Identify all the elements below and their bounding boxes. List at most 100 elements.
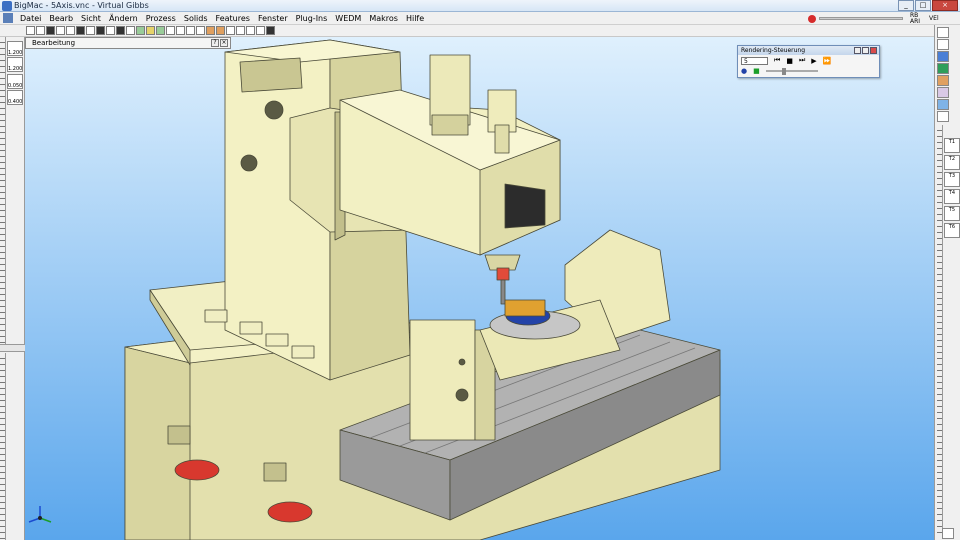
wire-icon[interactable] — [937, 87, 949, 98]
toolbar-button[interactable] — [96, 26, 105, 35]
material-icon[interactable] — [937, 75, 949, 86]
tool-t6[interactable]: T6 — [944, 223, 960, 238]
speed-slider[interactable] — [819, 17, 903, 20]
shade-icon[interactable] — [937, 63, 949, 74]
tool-t2[interactable]: T2 — [944, 155, 960, 170]
menu-features[interactable]: Features — [212, 14, 254, 23]
menu-datei[interactable]: Datei — [16, 14, 45, 23]
run-controls: RB ARI VEl — [808, 12, 939, 25]
render-speed-slider[interactable] — [765, 70, 818, 72]
toolbar — [0, 25, 960, 37]
vertical-ruler — [0, 37, 6, 344]
tool-view-icon[interactable]: ● — [741, 67, 747, 75]
toolbar-button[interactable] — [206, 26, 215, 35]
material-view-icon[interactable]: ■ — [753, 67, 760, 75]
tool-0050[interactable]: 0.050 — [7, 74, 23, 89]
tool-t3[interactable]: T3 — [944, 172, 960, 187]
render-playback-row: 5 ⏮ ■ ⏭ ▶ ⏩ — [738, 55, 879, 66]
menu-plugins[interactable]: Plug-Ins — [292, 14, 332, 23]
vel-label: VEl — [929, 14, 939, 22]
tool-0400[interactable]: 0.400 — [7, 90, 23, 105]
step-icon[interactable]: ⏭ — [799, 56, 805, 65]
app-icon — [2, 0, 12, 11]
minimize-button[interactable]: _ — [898, 0, 914, 11]
toolbar-button[interactable] — [166, 26, 175, 35]
panel-minimize-button[interactable] — [862, 47, 869, 54]
rewind-icon[interactable]: ⏮ — [774, 56, 780, 65]
rendering-control-panel: Rendering-Steuerung 5 ⏮ ■ ⏭ ▶ ⏩ ● ■ — [737, 45, 880, 78]
view-icon[interactable] — [937, 51, 949, 62]
tool-t1[interactable]: T1 — [944, 138, 960, 153]
menu-sicht[interactable]: Sicht — [77, 14, 105, 23]
doc-icon — [3, 13, 13, 23]
tool-1200-a[interactable]: 1.200 — [7, 41, 23, 56]
new-icon[interactable] — [937, 27, 949, 38]
menu-bearb[interactable]: Bearb — [45, 14, 77, 23]
maximize-button[interactable]: □ — [915, 0, 931, 11]
toolbar-button[interactable] — [246, 26, 255, 35]
toolbar-button[interactable] — [126, 26, 135, 35]
window-controls: _ □ × — [898, 0, 958, 11]
toolbar-button[interactable] — [216, 26, 225, 35]
toolbar-button[interactable] — [176, 26, 185, 35]
toolbar-button[interactable] — [76, 26, 85, 35]
toolbar-button[interactable] — [196, 26, 205, 35]
scroll-down-icon[interactable] — [942, 528, 954, 539]
toolbar-button[interactable] — [36, 26, 45, 35]
menu-aendern[interactable]: Ändern — [105, 14, 142, 23]
panel-close-button[interactable] — [870, 47, 877, 54]
panel-help-button[interactable] — [854, 47, 861, 54]
ari-label: ARI — [910, 17, 921, 25]
title-bar: BigMac - 5Axis.vnc - Virtual Gibbs _ □ × — [0, 0, 960, 12]
toolbar-button[interactable] — [86, 26, 95, 35]
toolbar-button[interactable] — [66, 26, 75, 35]
toolbar-button[interactable] — [106, 26, 115, 35]
bearbeitung-label: Bearbeitung — [32, 39, 76, 47]
menu-bar: Datei Bearb Sicht Ändern Prozess Solids … — [0, 12, 960, 25]
tool-t4[interactable]: T4 — [944, 189, 960, 204]
menu-hilfe[interactable]: Hilfe — [402, 14, 428, 23]
axis-triad — [28, 506, 52, 523]
menu-makros[interactable]: Makros — [365, 14, 402, 23]
menu-solids[interactable]: Solids — [180, 14, 212, 23]
stop-icon[interactable] — [808, 14, 816, 23]
tool-t5[interactable]: T5 — [944, 206, 960, 221]
bearbeitung-panel-header: Bearbeitung ? × — [25, 37, 231, 49]
render-icon[interactable] — [937, 99, 949, 110]
3d-viewport[interactable] — [25, 37, 934, 540]
window-title: BigMac - 5Axis.vnc - Virtual Gibbs — [14, 1, 149, 10]
stop-icon[interactable]: ■ — [786, 57, 793, 65]
panel-close-button[interactable]: × — [220, 39, 228, 47]
machine-model — [28, 39, 721, 540]
toolbar-button[interactable] — [136, 26, 145, 35]
menu-prozess[interactable]: Prozess — [142, 14, 180, 23]
toolbar-button[interactable] — [266, 26, 275, 35]
toolbar-button[interactable] — [256, 26, 265, 35]
toolbar-button[interactable] — [46, 26, 55, 35]
panel-splitter[interactable] — [0, 344, 25, 352]
step-input[interactable]: 5 — [741, 56, 768, 65]
play-icon[interactable]: ▶ — [811, 57, 816, 65]
toolbar-button[interactable] — [226, 26, 235, 35]
settings-icon[interactable] — [937, 111, 949, 122]
render-options-row: ● ■ — [738, 66, 879, 76]
right-tool-panel: T1 T2 T3 T4 T5 T6 — [934, 25, 960, 540]
toolbar-button[interactable] — [26, 26, 35, 35]
select-icon[interactable] — [937, 39, 949, 50]
left-tool-panel: 1.200 1.200 0.050 0.400 — [0, 37, 25, 540]
toolbar-button[interactable] — [186, 26, 195, 35]
toolbar-button[interactable] — [156, 26, 165, 35]
vertical-ruler — [937, 125, 943, 535]
panel-help-button[interactable]: ? — [211, 39, 219, 47]
toolbar-button[interactable] — [56, 26, 65, 35]
toolbar-button[interactable] — [236, 26, 245, 35]
tool-1200-b[interactable]: 1.200 — [7, 57, 23, 72]
vertical-ruler — [0, 353, 6, 540]
menu-fenster[interactable]: Fenster — [254, 14, 292, 23]
toolbar-button[interactable] — [146, 26, 155, 35]
slider-thumb[interactable] — [781, 67, 786, 75]
toolbar-button[interactable] — [116, 26, 125, 35]
fast-forward-icon[interactable]: ⏩ — [823, 57, 832, 65]
menu-wedm[interactable]: WEDM — [331, 14, 365, 23]
close-button[interactable]: × — [932, 0, 958, 11]
